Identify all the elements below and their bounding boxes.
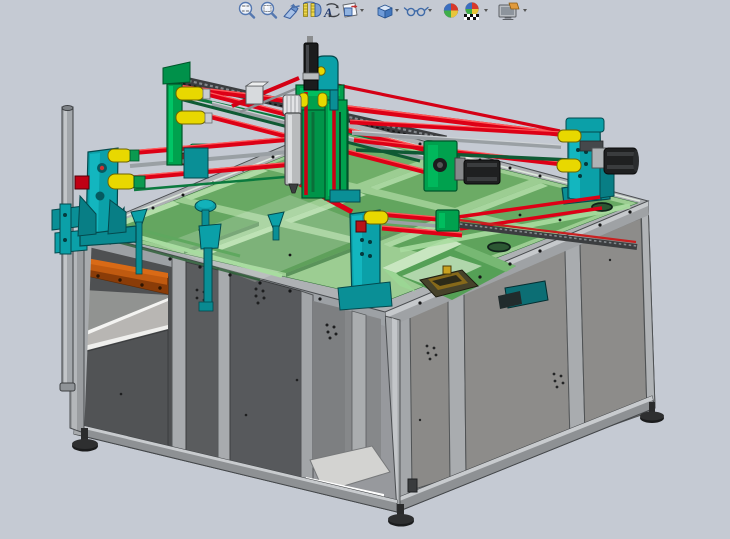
- svg-text:A: A: [323, 5, 333, 20]
